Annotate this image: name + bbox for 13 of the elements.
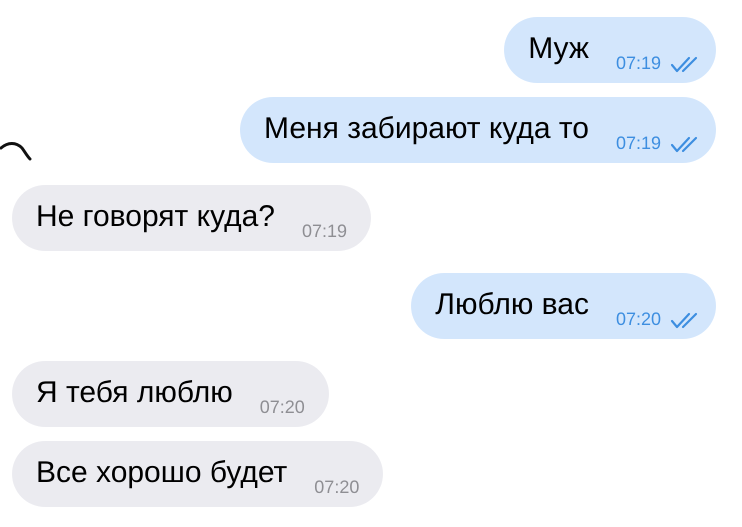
message-time: 07:20 xyxy=(314,477,360,497)
message-time: 07:20 xyxy=(260,397,305,417)
message-text: Все хорошо будет xyxy=(36,455,288,491)
message-time: 07:20 xyxy=(616,309,661,329)
message-text: Меня забирают куда то xyxy=(264,111,589,147)
message-text: Я тебя люблю xyxy=(36,375,233,411)
message-text: Люблю вас xyxy=(435,287,589,323)
scribble-mark xyxy=(0,140,32,162)
message-text: Муж xyxy=(528,31,589,67)
message-time: 07:19 xyxy=(302,221,347,241)
message-time: 07:19 xyxy=(616,133,661,153)
message-time: 07:19 xyxy=(616,53,661,73)
message-text: Не говорят куда? xyxy=(36,199,275,235)
